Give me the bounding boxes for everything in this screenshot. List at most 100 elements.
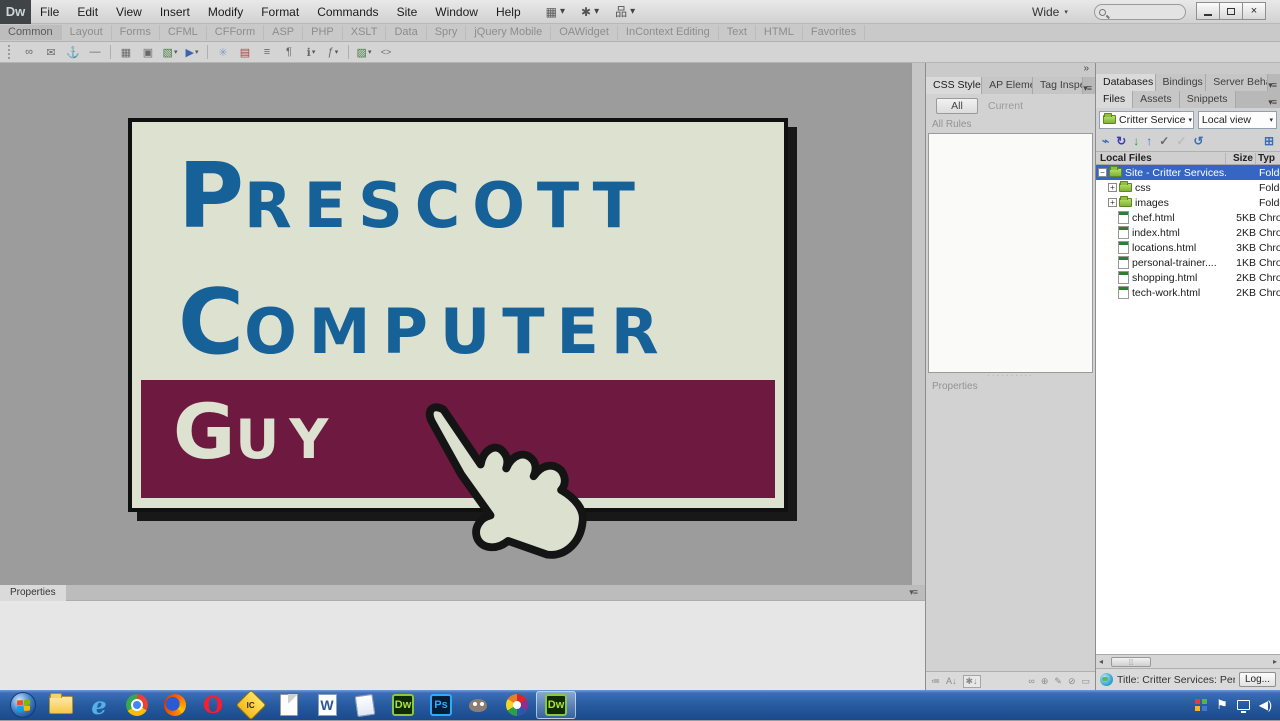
- windows-explorer-icon[interactable]: [42, 690, 80, 720]
- tab-databases[interactable]: Databases: [1096, 74, 1156, 91]
- libreoffice-document-icon[interactable]: [270, 690, 308, 720]
- tab-assets[interactable]: Assets: [1133, 91, 1180, 108]
- menu-commands[interactable]: Commands: [308, 0, 387, 24]
- server-side-include-icon[interactable]: ≡: [256, 43, 278, 61]
- close-button[interactable]: ×: [1242, 2, 1266, 20]
- scrollbar-thumb[interactable]: ⁞⁞: [1111, 657, 1151, 667]
- email-link-icon[interactable]: ✉: [40, 43, 62, 61]
- tab-css-styles[interactable]: CSS Styles: [926, 77, 982, 94]
- expand-expander-icon[interactable]: +: [1108, 183, 1117, 192]
- template-icon[interactable]: ▨▾: [353, 43, 375, 61]
- files-horizontal-scrollbar[interactable]: ◂ ⁞⁞ ▸: [1096, 654, 1280, 668]
- extensions-button[interactable]: ✱ ▾: [581, 5, 599, 19]
- connect-icon[interactable]: ⌁: [1102, 134, 1109, 148]
- css-current-button[interactable]: Current: [988, 100, 1023, 112]
- insert-tab-cfform[interactable]: CFForm: [207, 25, 264, 40]
- tree-row-site[interactable]: − Site - Critter Services... Folde: [1096, 165, 1280, 180]
- comment-icon[interactable]: ¶: [278, 43, 300, 61]
- insert-tab-layout[interactable]: Layout: [62, 25, 112, 40]
- insert-tab-cfml[interactable]: CFML: [160, 25, 207, 40]
- css-all-button[interactable]: All: [936, 98, 978, 114]
- insert-tab-oawidget[interactable]: OAWidget: [551, 25, 618, 40]
- put-file-icon[interactable]: ↑: [1146, 134, 1152, 148]
- tag-chooser-icon[interactable]: <>: [375, 43, 397, 61]
- minimize-button[interactable]: [1196, 2, 1220, 20]
- panel-menu-icon[interactable]: ▾≡: [1083, 83, 1091, 94]
- collapse-expander-icon[interactable]: −: [1098, 168, 1107, 177]
- tree-row-css[interactable]: + css Folde: [1096, 180, 1280, 195]
- insert-tab-incontext-editing[interactable]: InContext Editing: [618, 25, 719, 40]
- head-icon[interactable]: ℹ▾: [300, 43, 322, 61]
- tab-tag-inspector[interactable]: Tag Inspe: [1033, 77, 1083, 94]
- menu-edit[interactable]: Edit: [68, 0, 107, 24]
- tree-row-images[interactable]: + images Folde: [1096, 195, 1280, 210]
- widget-icon[interactable]: ✳: [212, 43, 234, 61]
- scroll-left-icon[interactable]: ◂: [1096, 657, 1103, 666]
- tree-row-tech-work[interactable]: tech-work.html 2KB Chro: [1096, 285, 1280, 300]
- panel-menu-icon[interactable]: ▾≡: [909, 587, 917, 598]
- menu-insert[interactable]: Insert: [151, 0, 199, 24]
- image-icon[interactable]: ▧▾: [159, 43, 181, 61]
- insert-tab-common[interactable]: Common: [0, 25, 62, 40]
- workspace-switcher[interactable]: Wide ▾: [1032, 0, 1068, 24]
- expand-expander-icon[interactable]: +: [1108, 198, 1117, 207]
- synchronize-icon[interactable]: ↺: [1193, 134, 1203, 148]
- insert-tab-spry[interactable]: Spry: [427, 25, 467, 40]
- menu-modify[interactable]: Modify: [199, 0, 252, 24]
- dreamweaver-icon[interactable]: Dw: [384, 690, 422, 720]
- site-manager-button[interactable]: 品 ▾: [615, 3, 635, 20]
- get-file-icon[interactable]: ↓: [1133, 134, 1139, 148]
- start-button[interactable]: [4, 690, 42, 720]
- chrome-icon[interactable]: [118, 690, 156, 720]
- properties-tab[interactable]: Properties: [0, 585, 66, 601]
- action-center-flag-icon[interactable]: ⚑: [1216, 697, 1228, 713]
- show-list-view-icon[interactable]: A↓: [946, 676, 957, 686]
- panel-menu-icon[interactable]: ▾≡: [1268, 97, 1276, 108]
- insert-tab-text[interactable]: Text: [719, 25, 756, 40]
- new-css-rule-icon[interactable]: ⊕: [1041, 676, 1049, 687]
- panel-menu-icon[interactable]: ▾≡: [1268, 80, 1276, 91]
- opera-icon[interactable]: O: [194, 690, 232, 720]
- insert-div-icon[interactable]: ▣: [137, 43, 159, 61]
- word-icon[interactable]: W: [308, 690, 346, 720]
- menu-help[interactable]: Help: [487, 0, 530, 24]
- attach-style-sheet-icon[interactable]: ∞: [1028, 676, 1034, 687]
- insert-tab-jquery-mobile[interactable]: jQuery Mobile: [466, 25, 551, 40]
- named-anchor-icon[interactable]: ⚓: [62, 43, 84, 61]
- notepad-icon[interactable]: [346, 690, 384, 720]
- check-in-icon[interactable]: ✓: [1176, 134, 1186, 148]
- gimp-icon[interactable]: [460, 690, 498, 720]
- insert-tab-favorites[interactable]: Favorites: [803, 25, 865, 40]
- tab-ap-elements[interactable]: AP Eleme: [982, 77, 1033, 94]
- disable-property-icon[interactable]: ⊘: [1068, 676, 1076, 687]
- menu-file[interactable]: File: [31, 0, 68, 24]
- date-icon[interactable]: ▤: [234, 43, 256, 61]
- tree-row-chef[interactable]: chef.html 5KB Chro: [1096, 210, 1280, 225]
- tree-row-locations[interactable]: locations.html 3KB Chro: [1096, 240, 1280, 255]
- horizontal-rule-icon[interactable]: ―: [84, 43, 106, 61]
- delete-rule-icon[interactable]: ▭: [1081, 676, 1090, 687]
- log-button[interactable]: Log...: [1239, 672, 1276, 687]
- scroll-right-icon[interactable]: ▸: [1273, 657, 1280, 666]
- hyperlink-icon[interactable]: ∞: [18, 43, 40, 61]
- insert-tab-forms[interactable]: Forms: [112, 25, 160, 40]
- search-input[interactable]: [1094, 4, 1186, 20]
- tab-bindings[interactable]: Bindings: [1156, 74, 1207, 91]
- view-select[interactable]: Local view ▾: [1198, 111, 1277, 129]
- canvas-scrollbar[interactable]: [911, 63, 925, 585]
- display-settings-icon[interactable]: [1237, 700, 1250, 710]
- tree-row-shopping[interactable]: shopping.html 2KB Chro: [1096, 270, 1280, 285]
- edit-style-icon[interactable]: ✎: [1054, 676, 1062, 687]
- site-select[interactable]: Critter Service ▾: [1099, 111, 1194, 129]
- insert-tab-asp[interactable]: ASP: [264, 25, 303, 40]
- media-icon[interactable]: ▶▾: [181, 43, 203, 61]
- check-out-icon[interactable]: ✓: [1159, 134, 1169, 148]
- tray-program-grid-icon[interactable]: [1195, 699, 1207, 711]
- expand-panel-icon[interactable]: ⊞: [1264, 134, 1274, 148]
- table-icon[interactable]: ▦: [115, 43, 137, 61]
- menu-window[interactable]: Window: [426, 0, 487, 24]
- column-size[interactable]: Size: [1226, 153, 1256, 164]
- show-set-properties-icon[interactable]: ✱↓: [963, 675, 981, 688]
- refresh-icon[interactable]: ↻: [1116, 134, 1126, 148]
- menu-view[interactable]: View: [107, 0, 151, 24]
